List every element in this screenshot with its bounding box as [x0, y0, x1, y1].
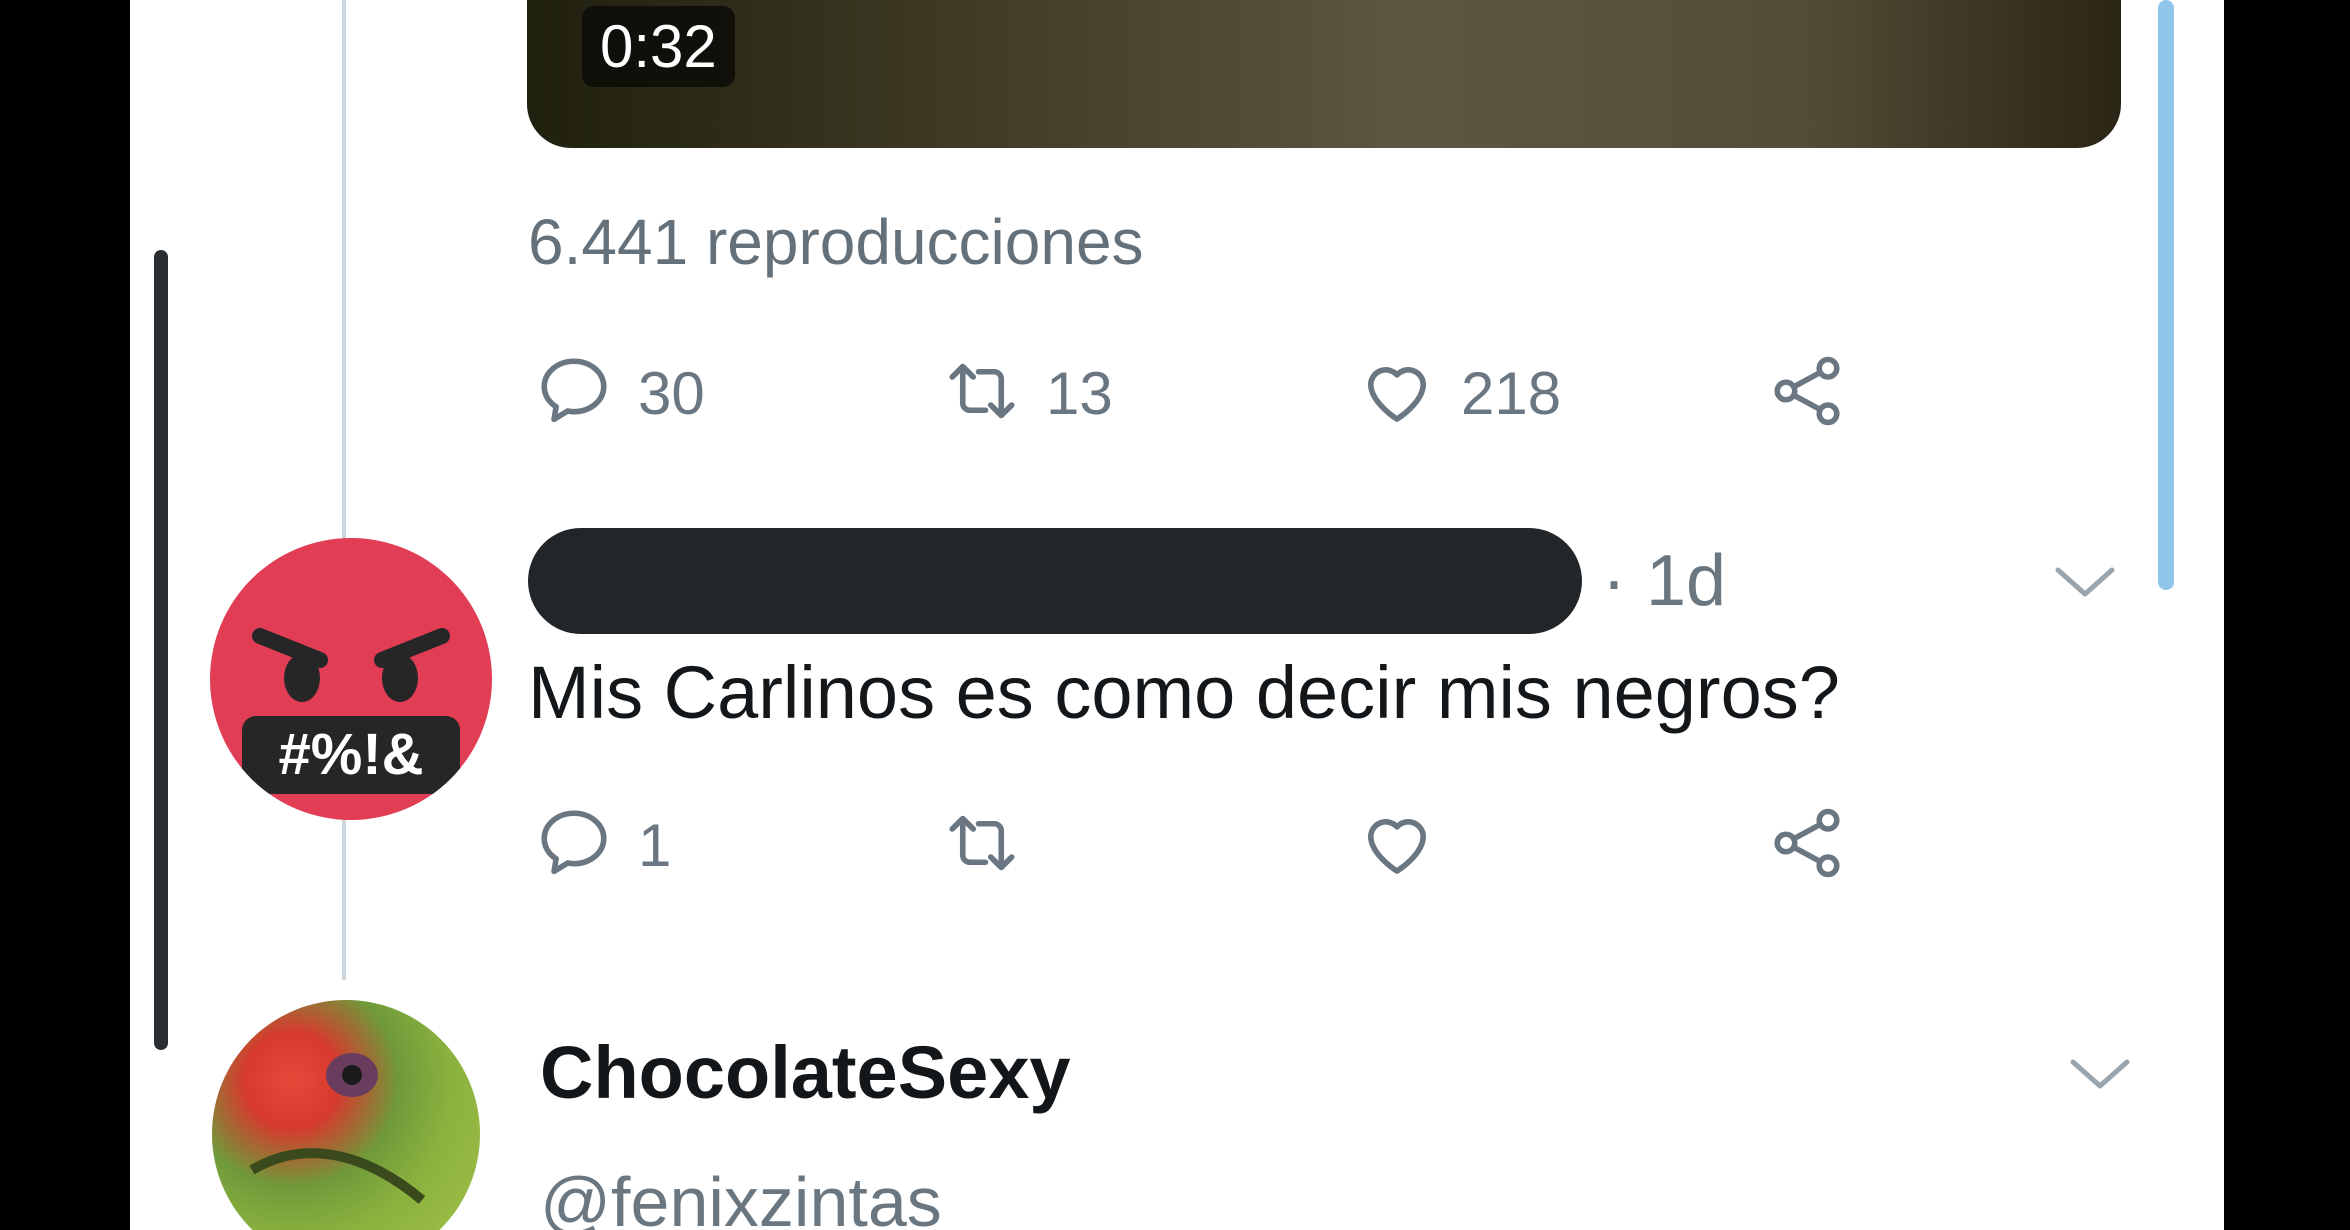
like-icon: [1355, 801, 1439, 890]
retweet-icon: [940, 801, 1024, 890]
share-icon: [1765, 801, 1849, 890]
share-button[interactable]: [1765, 348, 1849, 438]
grawlix-label: #%!&: [242, 716, 460, 794]
video-duration: 0:32: [582, 6, 735, 87]
like-button[interactable]: 218: [1355, 348, 1561, 438]
display-name[interactable]: ChocolateSexy: [540, 1030, 1071, 1115]
retweet-icon: [940, 349, 1024, 438]
chevron-down-icon[interactable]: [2050, 560, 2120, 604]
reply-tweet-actions: 1: [130, 800, 2224, 890]
reply-button[interactable]: 1: [532, 800, 671, 890]
avatar[interactable]: #%!&: [210, 538, 492, 820]
retweet-button[interactable]: 13: [940, 348, 1113, 438]
reply-count: 1: [638, 811, 672, 879]
reply-count: 30: [638, 359, 705, 427]
like-button[interactable]: [1355, 800, 1439, 890]
redacted-username: [528, 528, 1582, 634]
retweet-button[interactable]: [940, 800, 1024, 890]
chevron-down-icon[interactable]: [2065, 1052, 2135, 1096]
screen: 0:32 6.441 reproducciones 30 13 218 #%!&…: [130, 0, 2224, 1230]
reply-button[interactable]: 30: [532, 348, 705, 438]
avatar[interactable]: [212, 1000, 480, 1230]
like-icon: [1355, 349, 1439, 438]
timestamp: · 1d: [1602, 541, 1727, 621]
parrot-avatar-icon: [249, 1053, 426, 1204]
view-count: 6.441 reproducciones: [528, 206, 1144, 278]
reply-icon: [532, 801, 616, 890]
scrollbar[interactable]: [2158, 0, 2174, 590]
video-player[interactable]: 0:32: [527, 0, 2121, 148]
main-tweet-actions: 30 13 218: [130, 348, 2224, 438]
reply-icon: [532, 349, 616, 438]
tweet-text: Mis Carlinos es como decir mis negros?: [528, 651, 1840, 734]
retweet-count: 13: [1046, 359, 1113, 427]
share-button[interactable]: [1765, 800, 1849, 890]
like-count: 218: [1461, 359, 1562, 427]
user-handle[interactable]: @fenixzintas: [540, 1162, 942, 1230]
share-icon: [1765, 349, 1849, 438]
